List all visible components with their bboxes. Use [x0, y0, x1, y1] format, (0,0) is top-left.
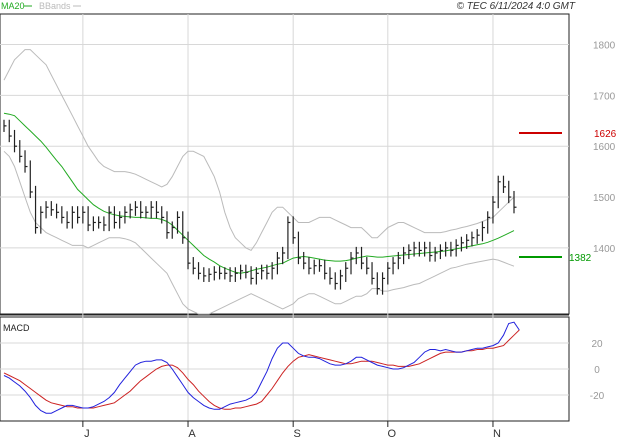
price-tick-label: 1400	[593, 244, 616, 255]
support-level-label: 1382	[569, 253, 592, 264]
copyright-timestamp: © TEC 6/11/2024 4:0 GMT	[457, 1, 576, 12]
price-tick-label: 1500	[593, 193, 616, 204]
macd-tick-label: 0	[594, 365, 600, 376]
price-panel	[0, 13, 570, 315]
month-label: O	[388, 428, 397, 440]
month-label: N	[493, 428, 501, 440]
price-tick-label: 1800	[593, 41, 616, 52]
stock-chart: 1626 1382 1400 1500 1600 1700 1800 20 0 -20 J A S O…	[0, 1, 617, 440]
macd-tick-label: -20	[590, 391, 605, 402]
legend-ma20: MA20	[1, 1, 25, 11]
month-label: S	[294, 428, 301, 440]
price-tick-label: 1600	[593, 142, 616, 153]
macd-title: MACD	[3, 323, 30, 333]
month-label: A	[188, 428, 196, 440]
legend-bbands: BBands	[39, 1, 71, 11]
resistance-level-label: 1626	[594, 129, 617, 140]
month-label: J	[84, 428, 90, 440]
macd-tick-label: 20	[591, 339, 603, 350]
price-tick-label: 1700	[593, 91, 616, 102]
